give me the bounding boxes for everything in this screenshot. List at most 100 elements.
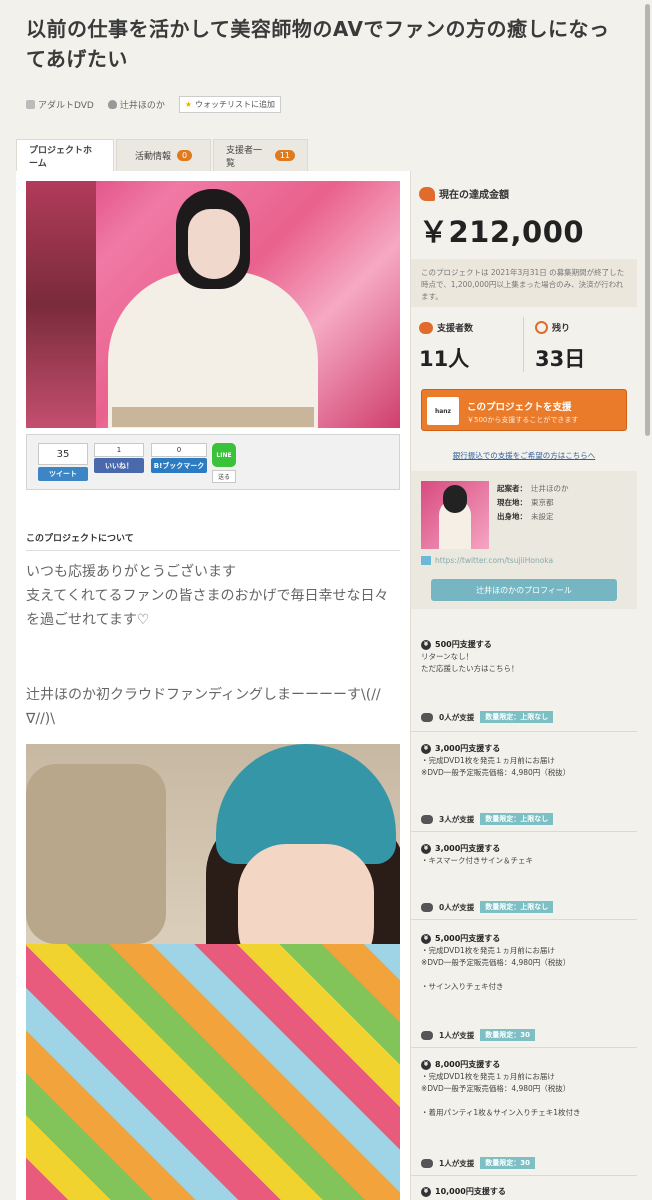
platform-logo: hanz bbox=[427, 397, 459, 425]
reward-line: ※DVD一般予定販売価格：4,980円（税抜） bbox=[421, 958, 571, 967]
reward-footer: 0人が支援 数量限定：上限なし bbox=[421, 711, 627, 723]
remaining-label: 残り bbox=[535, 321, 570, 334]
tab-activity[interactable]: 活動情報 0 bbox=[116, 139, 211, 171]
reward-line: ・キスマーク付きサイン＆チェキ bbox=[421, 856, 534, 865]
about-paragraph-2: 辻井ほのか初クラウドファンディングしまーーーーす\(//∇//)\ bbox=[26, 687, 381, 727]
location-value: 東京都 bbox=[531, 498, 554, 507]
reward-price-label: 8,000円支援する bbox=[435, 1060, 501, 1069]
sidebar: 現在の達成金額 ￥212,000 このプロジェクトは 2021年3月31日 の募… bbox=[410, 171, 637, 1200]
bank-transfer-link[interactable]: 銀行振込での支援をご希望の方はこちらへ bbox=[411, 450, 637, 461]
remaining-text: 残り bbox=[552, 324, 571, 334]
origin-row: 出身地： 未設定 bbox=[497, 511, 554, 522]
origin-value: 未設定 bbox=[531, 512, 554, 521]
support-button-sub: ￥500から支援することができます bbox=[467, 416, 579, 424]
hatena-bookmark-button[interactable]: B!ブックマーク bbox=[151, 458, 207, 473]
project-photo bbox=[26, 744, 400, 1200]
yen-icon: ¥ bbox=[421, 1060, 431, 1070]
hand-icon bbox=[421, 712, 433, 722]
tag-icon bbox=[26, 100, 35, 109]
owner-label: 辻井ほのか bbox=[119, 101, 165, 111]
hand-icon bbox=[421, 1158, 433, 1168]
reward-limit: 数量限定：30 bbox=[480, 1157, 535, 1169]
twitter-url: https://twitter.com/tsujiiHonoka bbox=[435, 556, 554, 565]
reward-footer: 1人が支援 数量限定：30 bbox=[421, 1157, 627, 1169]
hero-image bbox=[26, 181, 400, 428]
reward-count: 0人が支援 bbox=[439, 712, 475, 722]
reward-line: ・完成DVD1枚を発売１ヵ月前にお届け bbox=[421, 1072, 555, 1081]
reward-line: ・完成DVD1枚を発売１ヵ月前にお届け bbox=[421, 946, 555, 955]
support-button-label: このプロジェクトを支援 bbox=[467, 402, 572, 413]
reward-line: ・完成DVD1枚を発売１ヵ月前にお届け bbox=[421, 756, 555, 765]
reward-item[interactable]: ¥3,000円支援する ・キスマーク付きサイン＆チェキ bbox=[421, 843, 627, 867]
reward-item[interactable]: ¥500円支援する リターンなし！ ただ応援したい方はこちら！ bbox=[421, 639, 627, 675]
reward-line: リターンなし！ bbox=[421, 652, 474, 661]
reward-item[interactable]: ¥8,000円支援する ・完成DVD1枚を発売１ヵ月前にお届け ※DVD一般予定… bbox=[421, 1059, 627, 1119]
category-label: アダルトDVD bbox=[38, 101, 94, 111]
funding-note: このプロジェクトは 2021年3月31日 の募集期間が終了した時点で、1,200… bbox=[411, 259, 637, 307]
star-icon: ★ bbox=[184, 100, 193, 109]
tab-label: プロジェクトホーム bbox=[29, 145, 93, 169]
reward-footer: 0人が支援 数量限定：上限なし bbox=[421, 901, 627, 913]
profile-button[interactable]: 辻井ほのかのプロフィール bbox=[431, 579, 617, 601]
location-row: 現在地： 東京都 bbox=[497, 497, 554, 508]
hatena-count: 0 bbox=[151, 443, 207, 457]
reward-limit: 数量限定：30 bbox=[480, 1029, 535, 1041]
reward-item[interactable]: ¥3,000円支援する ・完成DVD1枚を発売１ヵ月前にお届け ※DVD一般予定… bbox=[421, 743, 627, 779]
tab-supporters[interactable]: 支援者一覧 11 bbox=[213, 139, 308, 171]
achieved-text: 現在の達成金額 bbox=[439, 190, 509, 201]
reward-count: 1人が支援 bbox=[439, 1030, 475, 1040]
yen-icon: ¥ bbox=[421, 640, 431, 650]
reward-price-label: 3,000円支援する bbox=[435, 844, 501, 853]
send-button[interactable]: 送る bbox=[212, 470, 236, 483]
reward-price-label: 5,000円支援する bbox=[435, 934, 501, 943]
reward-footer: 1人が支援 数量限定：30 bbox=[421, 1029, 627, 1041]
watchlist-button[interactable]: ★ ウォッチリストに追加 bbox=[178, 96, 282, 113]
reward-price: ¥10,000円支援する bbox=[421, 1186, 627, 1198]
supporters-label: 支援者数 bbox=[419, 321, 473, 334]
reward-footer: 3人が支援 数量限定：上限なし bbox=[421, 813, 627, 825]
hand-icon bbox=[421, 1030, 433, 1040]
supporters-text: 支援者数 bbox=[437, 324, 474, 334]
tab-badge: 0 bbox=[176, 150, 193, 161]
tab-badge: 11 bbox=[274, 150, 295, 161]
hand-icon bbox=[419, 321, 433, 334]
reward-line: ・サイン入りチェキ付き bbox=[421, 982, 504, 991]
reward-price: ¥3,000円支援する bbox=[421, 843, 627, 855]
yen-icon: ¥ bbox=[421, 1187, 431, 1197]
reward-count: 1人が支援 bbox=[439, 1158, 475, 1168]
reward-price: ¥5,000円支援する bbox=[421, 933, 627, 945]
founder-avatar[interactable] bbox=[421, 481, 489, 549]
reward-count: 0人が支援 bbox=[439, 902, 475, 912]
reward-line: ※DVD一般予定販売価格：4,980円（税抜） bbox=[421, 1084, 571, 1093]
share-bar: 35 ツイート 1 いいね！ 0 B!ブックマーク LINE 送る bbox=[26, 434, 400, 490]
reward-line: ※DVD一般予定販売価格：4,980円（税抜） bbox=[421, 768, 571, 777]
user-icon bbox=[107, 100, 117, 109]
scrollbar-thumb[interactable] bbox=[645, 4, 650, 436]
tab-project-home[interactable]: プロジェクトホーム bbox=[16, 139, 114, 171]
reward-item[interactable]: ¥5,000円支援する ・完成DVD1枚を発売１ヵ月前にお届け ※DVD一般予定… bbox=[421, 933, 627, 993]
tab-label: 支援者一覧 bbox=[226, 145, 263, 169]
founder-label: 起案者： bbox=[497, 484, 527, 493]
scrollbar[interactable] bbox=[643, 0, 652, 1200]
twitter-link[interactable]: https://twitter.com/tsujiiHonoka bbox=[421, 556, 553, 565]
achieved-label: 現在の達成金額 bbox=[419, 186, 509, 201]
line-button[interactable]: LINE bbox=[212, 443, 236, 467]
reward-price-label: 3,000円支援する bbox=[435, 744, 501, 753]
reward-item[interactable]: ¥10,000円支援する bbox=[421, 1186, 627, 1198]
founder-value: 辻井ほのか bbox=[531, 484, 569, 493]
yen-icon: ¥ bbox=[421, 744, 431, 754]
main-content: 35 ツイート 1 いいね！ 0 B!ブックマーク LINE 送る このプロジェ… bbox=[16, 171, 410, 1200]
tweet-button[interactable]: ツイート bbox=[38, 467, 88, 481]
yen-icon: ¥ bbox=[421, 934, 431, 944]
twitter-icon bbox=[421, 556, 431, 565]
location-label: 現在地： bbox=[497, 498, 527, 507]
tab-bar: プロジェクトホーム 活動情報 0 支援者一覧 11 bbox=[16, 139, 310, 171]
clock-icon bbox=[535, 321, 548, 334]
founder-profile: 起案者： 辻井ほのか 現在地： 東京都 出身地： 未設定 https://twitte… bbox=[411, 471, 637, 609]
facebook-like-button[interactable]: いいね！ bbox=[94, 458, 144, 473]
category-tag[interactable]: アダルトDVD bbox=[26, 98, 94, 111]
reward-limit: 数量限定：上限なし bbox=[480, 901, 554, 913]
owner-tag[interactable]: 辻井ほのか bbox=[107, 98, 165, 111]
reward-price: ¥8,000円支援する bbox=[421, 1059, 627, 1071]
support-project-button[interactable]: hanz このプロジェクトを支援 ￥500から支援することができます bbox=[421, 389, 627, 431]
